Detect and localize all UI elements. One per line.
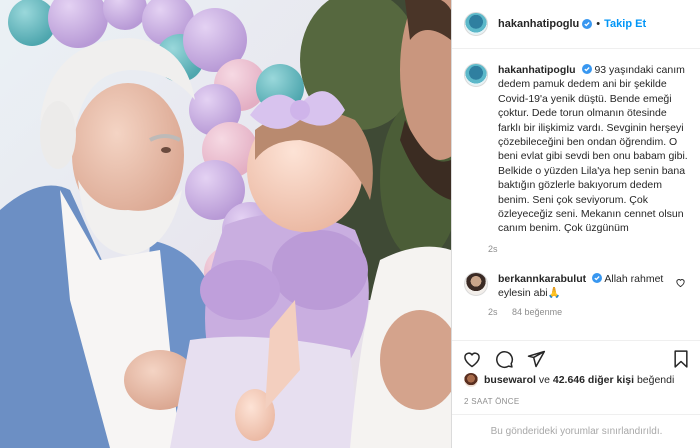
header-separator: •: [596, 18, 601, 30]
like-heart-icon[interactable]: [462, 349, 482, 369]
verified-badge-icon: [592, 272, 603, 283]
caption-avatar[interactable]: [464, 63, 488, 87]
comment-text-block: berkannkarabulut Allah rahmet eylesin ab…: [498, 272, 668, 301]
caption-text-block: hakanhatipoglu 93 yaşındaki canım dedem …: [498, 63, 688, 236]
commenter-avatar[interactable]: [464, 271, 488, 296]
likes-others[interactable]: 42.646 diğer kişi: [553, 374, 634, 386]
liker-username[interactable]: busewarol: [484, 374, 536, 386]
comment-age: 2s: [488, 306, 498, 317]
post-photo[interactable]: [0, 0, 451, 448]
comment-meta: 2s 84 beğenme: [488, 307, 668, 317]
instagram-post: hakanhatipoglu • Takip Et hakanhatipoglu: [0, 0, 700, 448]
follow-button[interactable]: Takip Et: [604, 18, 646, 30]
caption-text: 93 yaşındaki canım dedem pamuk dedem ani…: [498, 64, 688, 235]
header-username[interactable]: hakanhatipoglu: [498, 18, 579, 30]
post-header: hakanhatipoglu • Takip Et: [452, 0, 700, 49]
share-send-icon[interactable]: [526, 349, 546, 369]
bookmark-icon[interactable]: [671, 349, 691, 369]
comments-limited-notice: Bu gönderideki yorumlar sınırlandırıldı.: [452, 414, 700, 448]
action-bar: [452, 340, 700, 376]
comment-like-heart-icon[interactable]: [675, 277, 686, 288]
comments-area: hakanhatipoglu 93 yaşındaki canım dedem …: [452, 49, 700, 341]
likes-suffix: beğendi: [636, 374, 675, 386]
comment-likes[interactable]: 84 beğenme: [512, 307, 562, 317]
comment-item: berkannkarabulut Allah rahmet eylesin ab…: [464, 271, 688, 317]
caption: hakanhatipoglu 93 yaşındaki canım dedem …: [464, 63, 688, 254]
likes-connector: ve: [538, 374, 550, 386]
photo-illustration: [0, 0, 451, 448]
post-side-panel: hakanhatipoglu • Takip Et hakanhatipoglu: [451, 0, 700, 448]
verified-badge-icon: [581, 64, 592, 74]
caption-username[interactable]: hakanhatipoglu: [498, 64, 576, 76]
author-avatar[interactable]: [464, 12, 488, 36]
comment-bubble-icon[interactable]: [494, 349, 514, 369]
comment-username[interactable]: berkannkarabulut: [498, 273, 586, 285]
verified-badge-icon: [582, 19, 593, 29]
likes-summary: busewarol ve 42.646 diğer kişi beğendi: [464, 373, 674, 387]
post-timestamp[interactable]: 2 SAAT ÖNCE: [464, 397, 519, 406]
liker-avatar[interactable]: [464, 373, 478, 387]
caption-age: 2s: [488, 243, 498, 254]
